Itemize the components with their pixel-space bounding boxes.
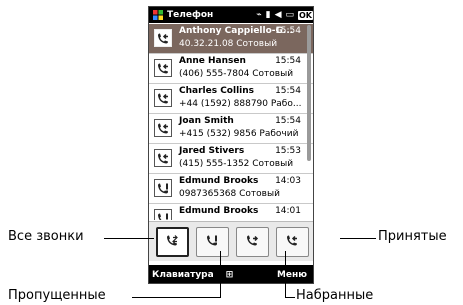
phone-number: +415 (532) 9856 Рабочий bbox=[179, 129, 299, 139]
received-calls-button[interactable] bbox=[275, 226, 309, 257]
app-title: Телефон bbox=[167, 10, 214, 20]
scrollbar[interactable] bbox=[307, 25, 311, 161]
incoming-call-icon bbox=[154, 59, 172, 77]
ok-button[interactable]: OK bbox=[298, 10, 313, 20]
call-log-row[interactable]: Jared Stivers 15:53 (415) 555-1352 Сотовый bbox=[149, 144, 313, 174]
callout-outgoing: Набранные bbox=[296, 288, 374, 303]
call-log-list: Anthony Cappiello-G... 15:54 40.32.21.08 С… bbox=[149, 24, 313, 220]
call-log-row[interactable]: Edmund Brooks 14:03 0987365368 Сотовый bbox=[149, 174, 313, 204]
call-log-row[interactable]: Edmund Brooks 14:01 bbox=[149, 204, 313, 220]
missed-calls-icon bbox=[205, 232, 219, 251]
all-calls-button[interactable] bbox=[155, 226, 189, 257]
outgoing-calls-icon bbox=[245, 232, 259, 251]
status-bar: Телефон ⌁ ▮ ◀ ▭ OK bbox=[149, 7, 313, 23]
phone-number: 40.32.21.08 Сотовый bbox=[179, 39, 278, 49]
outgoing-calls-button[interactable] bbox=[235, 226, 269, 257]
call-time: 15:54 bbox=[275, 116, 301, 126]
incoming-call-icon bbox=[154, 119, 172, 137]
contact-name: Jared Stivers bbox=[179, 146, 245, 156]
phone-screen: Телефон ⌁ ▮ ◀ ▭ OK Anthony Cappiello-G..… bbox=[148, 6, 314, 284]
call-time: 15:54 bbox=[275, 56, 301, 66]
call-time: 15:54 bbox=[275, 26, 301, 36]
callout-all-calls: Все звонки bbox=[8, 229, 84, 244]
menu-softkey[interactable]: Меню bbox=[240, 270, 314, 280]
incoming-call-icon bbox=[154, 29, 172, 47]
call-time: 14:01 bbox=[275, 206, 301, 216]
phone-number: (406) 555-7804 Сотовый bbox=[179, 69, 294, 79]
keyboard-softkey[interactable]: Клавиатура bbox=[149, 270, 220, 280]
incoming-call-icon bbox=[154, 89, 172, 107]
contact-name: Joan Smith bbox=[179, 116, 234, 126]
call-log-row[interactable]: Anthony Cappiello-G... 15:54 40.32.21.08 С… bbox=[149, 24, 313, 54]
contact-name: Edmund Brooks bbox=[179, 176, 259, 186]
input-panel-icon[interactable]: ⊞ bbox=[220, 270, 240, 280]
signal-icon: ▮ bbox=[265, 10, 271, 20]
call-filter-bar bbox=[149, 221, 313, 261]
volume-icon: ◀ bbox=[274, 10, 282, 20]
figure: Телефон ⌁ ▮ ◀ ▭ OK Anthony Cappiello-G..… bbox=[0, 0, 463, 305]
call-time: 15:54 bbox=[275, 86, 301, 96]
contact-name: Edmund Brooks bbox=[179, 206, 259, 216]
callout-received: Принятые bbox=[378, 229, 447, 244]
callout-missed: Пропущенные bbox=[8, 288, 106, 303]
callout-line-all-calls bbox=[104, 238, 154, 239]
phone-number: (415) 555-1352 Сотовый bbox=[179, 159, 294, 169]
callout-line-outgoing-v bbox=[285, 251, 286, 298]
callout-line-received bbox=[340, 238, 376, 239]
missed-calls-button[interactable] bbox=[195, 226, 229, 257]
call-time: 14:03 bbox=[275, 176, 301, 186]
call-log-row[interactable]: Anne Hansen 15:54 (406) 555-7804 Сотовый bbox=[149, 54, 313, 84]
callout-line-missed-v bbox=[220, 251, 221, 298]
phone-number: 0987365368 Сотовый bbox=[179, 189, 280, 199]
call-log-row[interactable]: Charles Collins 15:54 +44 (1592) 888790 Ра… bbox=[149, 84, 313, 114]
missed-call-icon bbox=[154, 209, 172, 220]
all-calls-icon bbox=[165, 232, 179, 251]
callout-line-outgoing-h bbox=[285, 297, 295, 298]
call-log-row[interactable]: Joan Smith 15:54 +415 (532) 9856 Рабочий bbox=[149, 114, 313, 144]
received-calls-icon bbox=[285, 232, 299, 251]
call-time: 15:53 bbox=[275, 146, 301, 156]
incoming-call-icon bbox=[154, 149, 172, 167]
callout-line-missed-h bbox=[132, 297, 220, 298]
phone-number: +44 (1592) 888790 Рабо... bbox=[179, 99, 302, 109]
softkey-bar: Клавиатура ⊞ Меню bbox=[149, 265, 314, 283]
network-icon: ⌁ bbox=[256, 10, 262, 20]
battery-icon: ▭ bbox=[285, 10, 294, 20]
contact-name: Anne Hansen bbox=[179, 56, 246, 66]
missed-call-icon bbox=[154, 179, 172, 197]
contact-name: Charles Collins bbox=[179, 86, 255, 96]
windows-start-icon[interactable] bbox=[152, 9, 164, 21]
